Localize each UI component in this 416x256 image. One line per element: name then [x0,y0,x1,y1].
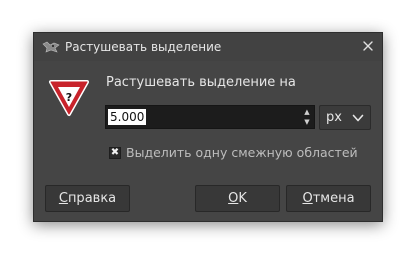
feather-amount-label: Растушевать выделение на [106,75,296,90]
cancel-button[interactable]: Отмена [286,185,371,212]
svg-text:?: ? [66,91,72,104]
feather-amount-input[interactable]: 5.000 [108,109,147,125]
close-icon[interactable] [360,38,376,54]
unit-select[interactable]: px [319,105,371,130]
spin-down-icon[interactable]: ▼ [302,118,312,127]
select-contiguous-label[interactable]: Выделить одну смежную областей [126,145,358,160]
spin-up-icon[interactable]: ▲ [302,108,312,117]
window-title: Растушевать выделение [65,40,222,54]
feather-amount-spinbutton[interactable]: 5.000 ▲ ▼ [105,105,315,129]
window-titlebar[interactable]: Растушевать выделение [34,33,382,61]
question-warning-icon: ? [49,80,89,116]
unit-select-value: px [326,110,342,125]
chevron-down-icon [352,114,364,122]
help-button[interactable]: Справка [45,185,130,212]
ok-button[interactable]: OK [195,185,280,212]
gimp-wilber-icon [42,41,60,53]
select-contiguous-checkbox[interactable]: ✖ [109,147,121,159]
feather-selection-dialog: Растушевать выделение ? Растушевать выде… [33,32,383,222]
